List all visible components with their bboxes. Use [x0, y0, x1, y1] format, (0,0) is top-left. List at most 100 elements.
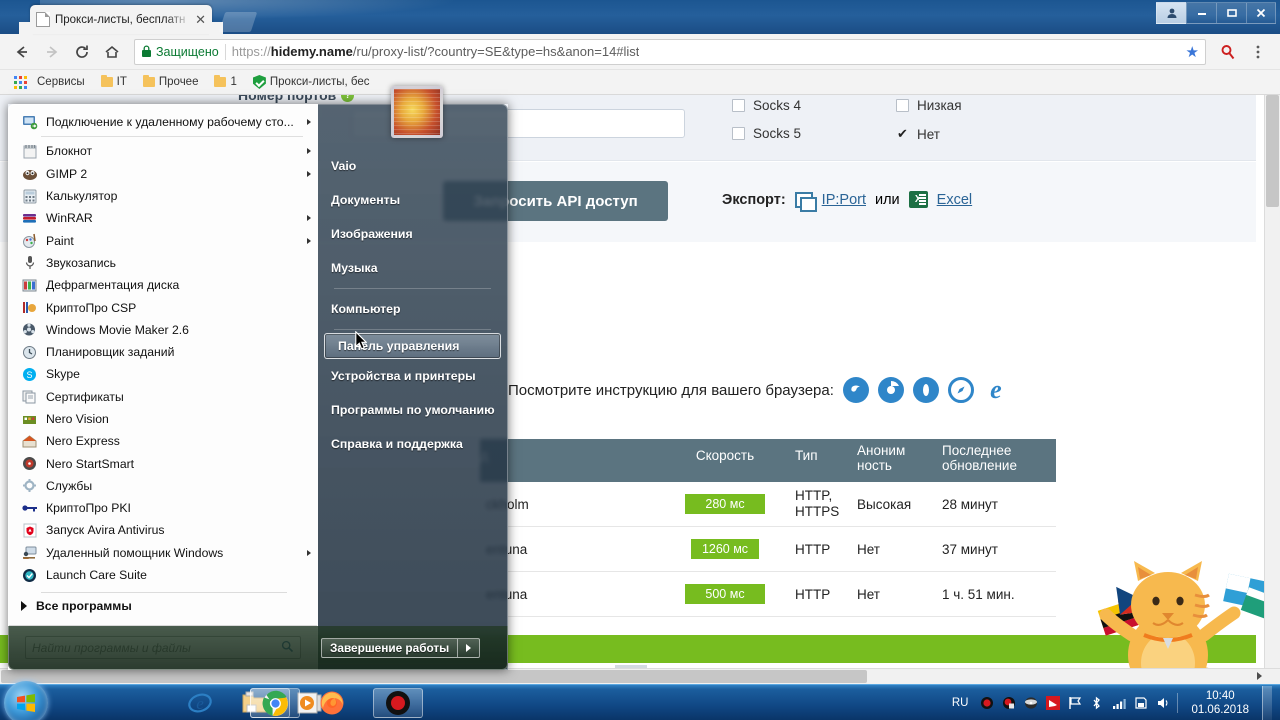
start-item-paint[interactable]: Paint [9, 229, 317, 251]
clock[interactable]: 10:40 01.06.2018 [1191, 689, 1249, 717]
ports-label-text: Номер портов [238, 95, 337, 103]
start-item-calculator[interactable]: Калькулятор [9, 185, 317, 207]
start-right-item-vaio[interactable]: Vaio [318, 149, 507, 183]
shutdown-options-button[interactable] [458, 638, 481, 658]
close-button[interactable] [1246, 2, 1276, 24]
cell-anonymity: Нет [857, 541, 880, 557]
forward-icon[interactable] [38, 38, 66, 66]
start-item-label: Запуск Avira Antivirus [46, 523, 165, 538]
safari-icon[interactable] [947, 377, 974, 403]
start-item-gimp[interactable]: GIMP 2 [9, 163, 317, 185]
taskbar-recorder[interactable] [373, 688, 423, 718]
start-item-certificates[interactable]: Сертификаты [9, 386, 317, 408]
start-right-item-devices-printers[interactable]: Устройства и принтеры [318, 359, 507, 393]
bookmark-item-0[interactable]: Сервисы [8, 74, 91, 91]
show-desktop-button[interactable] [1262, 686, 1272, 720]
taskbar-chrome[interactable] [250, 688, 300, 718]
start-item-launch-care-suite[interactable]: Launch Care Suite [9, 564, 317, 586]
browser-menu-icon[interactable] [1244, 38, 1272, 66]
scrollbar-thumb[interactable] [1266, 95, 1279, 207]
tab-close-icon[interactable]: ✕ [195, 13, 206, 26]
hscroll-right-arrow-icon[interactable] [1257, 672, 1262, 680]
checkbox-box [896, 99, 909, 112]
search-extension-icon[interactable] [1214, 38, 1242, 66]
bookmark-item-3[interactable]: 1 [208, 74, 242, 90]
excel-icon: X [908, 191, 928, 208]
start-right-item-pictures[interactable]: Изображения [318, 217, 507, 251]
shutdown-button[interactable]: Завершение работы [321, 638, 459, 658]
taskbar-internet-explorer[interactable]: e [180, 688, 220, 718]
start-item-avira[interactable]: Запуск Avira Antivirus [9, 519, 317, 541]
avira-icon[interactable] [1045, 696, 1060, 711]
start-right-item-computer[interactable]: Компьютер [318, 292, 507, 326]
table-row[interactable]: entuna 500 мс HTTP Нет 1 ч. 51 мин. [480, 572, 1056, 617]
opera-icon[interactable] [912, 377, 939, 403]
checkbox-low-anon[interactable]: Низкая [896, 98, 962, 113]
start-item-sound-recorder[interactable]: Звукозапись [9, 252, 317, 274]
hscroll-thumb[interactable] [1, 670, 867, 683]
start-right-item-default-programs[interactable]: Программы по умолчанию [318, 393, 507, 427]
start-item-movie-maker[interactable]: Windows Movie Maker 2.6 [9, 319, 317, 341]
home-icon[interactable] [98, 38, 126, 66]
address-bar[interactable]: Защищено https://hidemy.name/ru/proxy-li… [134, 38, 1206, 65]
bookmark-item-4[interactable]: Прокси-листы, бес [247, 73, 376, 91]
chrome-icon[interactable] [877, 377, 904, 403]
removable-device-icon[interactable] [1133, 696, 1148, 711]
apps-grid-icon [14, 75, 27, 89]
cell-anonymity: Нет [857, 586, 880, 602]
start-item-cryptopro-csp[interactable]: КриптоПро CSP [9, 296, 317, 318]
table-row[interactable]: ckholm 280 мс HTTP, HTTPS Высокая 28 мин… [480, 482, 1056, 527]
start-right-item-control-panel[interactable]: Панель управления [324, 333, 501, 359]
start-button[interactable] [4, 681, 48, 720]
firefox-icon[interactable] [842, 377, 869, 403]
table-row[interactable]: entuna 1260 мс HTTP Нет 37 минут [480, 527, 1056, 572]
browser-tab[interactable]: Прокси-листы, бесплатн ✕ [19, 5, 223, 34]
reload-icon[interactable] [68, 38, 96, 66]
start-item-notepad[interactable]: Блокнот [9, 140, 317, 162]
ie-icon[interactable]: e [983, 375, 1009, 404]
start-item-remote-assistance[interactable]: Удаленный помощник Windows [9, 542, 317, 564]
checkbox-label: Socks 5 [753, 126, 802, 141]
start-right-item-music[interactable]: Музыка [318, 251, 507, 285]
certificates-icon [21, 388, 38, 405]
page-vertical-scrollbar[interactable] [1264, 95, 1280, 684]
shield-icon [252, 75, 266, 89]
start-item-nero-vision[interactable]: Nero Vision [9, 408, 317, 430]
start-item-winrar[interactable]: WinRAR [9, 207, 317, 229]
start-right-item-help-support[interactable]: Справка и поддержка [318, 427, 507, 461]
volume-icon[interactable] [1155, 696, 1170, 711]
profile-icon[interactable] [1156, 2, 1186, 24]
checkbox-socks5[interactable]: Socks 5 [732, 126, 801, 141]
bookmark-item-2[interactable]: Прочее [137, 74, 205, 90]
disc-icon[interactable] [1023, 696, 1038, 711]
start-item-nero-express[interactable]: Nero Express [9, 430, 317, 452]
minimize-button[interactable] [1186, 2, 1216, 24]
bookmark-star-icon[interactable]: ★ [1186, 43, 1199, 61]
user-avatar[interactable] [391, 86, 443, 138]
new-tab-button[interactable] [218, 12, 258, 32]
language-indicator[interactable]: RU [952, 697, 969, 709]
bookmark-item-1[interactable]: IT [95, 74, 133, 90]
start-item-skype[interactable]: S Skype [9, 363, 317, 385]
start-item-cryptopro-pki[interactable]: КриптоПро PKI [9, 497, 317, 519]
flag-icon[interactable] [1067, 696, 1082, 711]
export-ipport-link[interactable]: IP:Port [822, 192, 866, 208]
checkbox-no-anon[interactable]: ✔ Нет [896, 126, 940, 142]
record-dual-icon[interactable] [1001, 696, 1016, 711]
bluetooth-icon[interactable] [1089, 696, 1104, 711]
network-icon[interactable] [1111, 696, 1126, 711]
record-red-icon[interactable] [979, 696, 994, 711]
start-item-remote-desktop[interactable]: Подключение к удаленному рабочему сто... [9, 111, 317, 133]
checkbox-socks4[interactable]: Socks 4 [732, 98, 801, 113]
help-icon[interactable]: ? [341, 95, 355, 102]
all-programs-button[interactable]: Все программы [9, 595, 317, 617]
start-item-services[interactable]: Службы [9, 475, 317, 497]
start-right-item-documents[interactable]: Документы [318, 183, 507, 217]
start-item-nero-startsmart[interactable]: Nero StartSmart [9, 452, 317, 474]
start-item-task-scheduler[interactable]: Планировщик заданий [9, 341, 317, 363]
export-excel-link[interactable]: Excel [937, 192, 972, 208]
maximize-button[interactable] [1216, 2, 1246, 24]
taskbar-firefox[interactable] [310, 688, 354, 718]
back-icon[interactable] [8, 38, 36, 66]
start-item-defrag[interactable]: Дефрагментация диска [9, 274, 317, 296]
